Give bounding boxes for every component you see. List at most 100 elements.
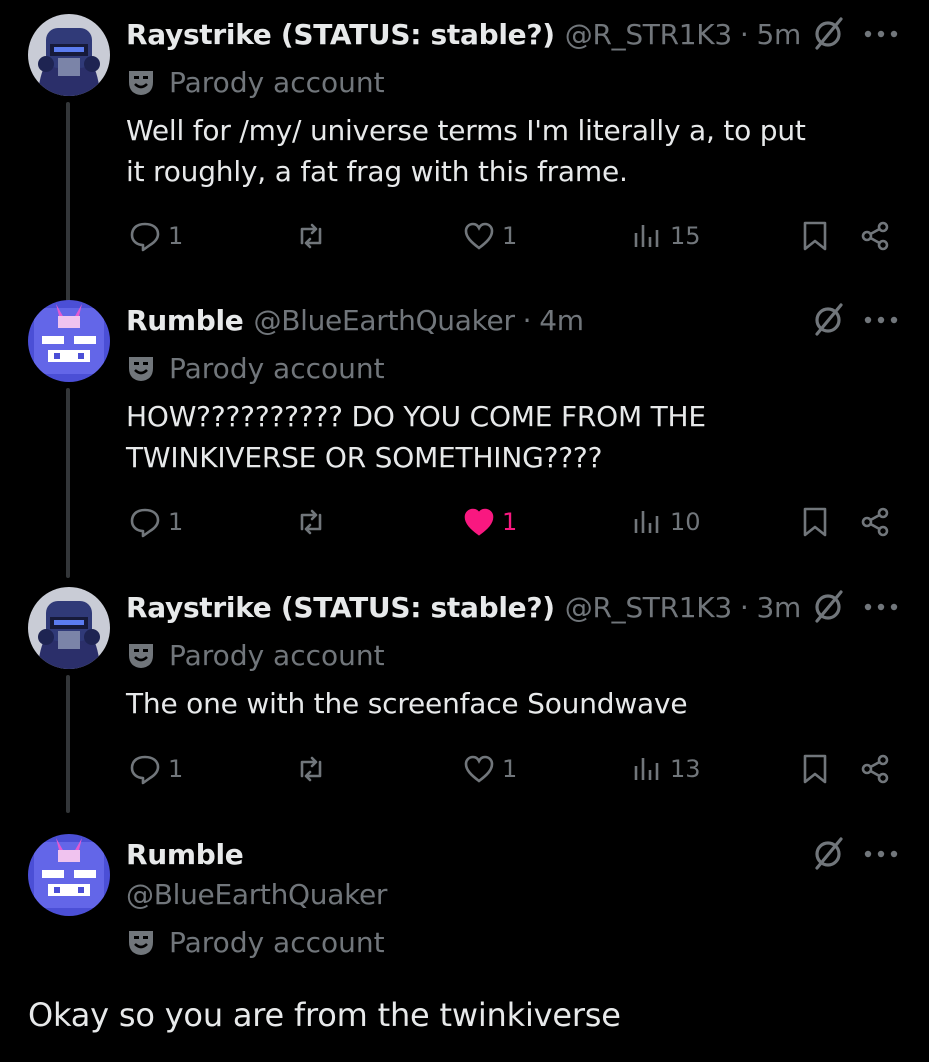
parody-label: Parody account [169,638,385,672]
parody-badge: Parody account [126,62,385,102]
display-name[interactable]: Rumble [126,838,244,871]
view-count: 15 [670,222,701,250]
parody-label: Parody account [169,65,385,99]
tweet-actions: 1 1 15 [126,216,896,256]
timestamp[interactable]: 4m [539,304,584,337]
share-icon [861,507,889,537]
reply-count: 1 [168,222,184,250]
reply-bubble-icon [130,755,160,785]
tweet-top-actions [809,587,899,627]
bookmark-button[interactable] [798,216,832,256]
user-handle[interactable]: @R_STR1K3 [565,591,732,624]
like-button[interactable]: 1 [462,216,517,256]
repost-icon [300,756,322,782]
avatar-rumble[interactable] [28,834,110,916]
tweet-text: Well for /my/ universe terms I'm literal… [126,114,806,188]
share-icon [861,754,889,784]
drama-mask-icon [129,357,153,381]
parody-badge: Parody account [126,348,385,388]
user-handle[interactable]: @R_STR1K3 [565,18,732,51]
tweet-header: Rumble @BlueEarthQuaker · 4m [126,300,584,340]
slashed-circle-icon[interactable] [809,588,847,626]
separator-dot: · [522,303,532,337]
reply-button[interactable]: 1 [128,502,183,542]
repost-button[interactable] [294,749,334,789]
reply-button[interactable]: 1 [128,749,183,789]
repost-icon [300,509,322,535]
parody-label: Parody account [169,351,385,385]
display-name[interactable]: Rumble [126,304,244,337]
like-button[interactable]: 1 [462,749,517,789]
reply-bubble-icon [130,508,160,538]
avatar-raystrike[interactable] [28,14,110,96]
thread-connector [66,675,70,813]
like-count: 1 [502,222,518,250]
user-handle[interactable]: @BlueEarthQuaker [126,878,387,911]
user-handle[interactable]: @BlueEarthQuaker [254,304,515,337]
timestamp[interactable]: 3m [756,591,801,624]
bookmark-icon [803,507,827,537]
slashed-circle-icon[interactable] [809,301,847,339]
tweet-text: The one with the screenface Soundwave [126,687,688,720]
slashed-circle-icon[interactable] [809,15,847,53]
more-dots-icon[interactable] [863,315,899,325]
separator-dot: · [739,17,749,51]
share-icon [861,221,889,251]
thread-connector [66,102,70,302]
parody-badge: Parody account [126,635,385,675]
view-count: 10 [670,508,701,536]
bookmark-button[interactable] [798,749,832,789]
share-button[interactable] [858,502,892,542]
views-button[interactable]: 13 [630,749,701,789]
display-name[interactable]: Raystrike (STATUS: stable?) [126,591,555,624]
views-button[interactable]: 10 [630,502,701,542]
bar-chart-icon [634,511,659,533]
conversation-thread: Raystrike (STATUS: stable?) @R_STR1K3 · … [0,0,929,1062]
more-dots-icon[interactable] [863,849,899,859]
display-name[interactable]: Raystrike (STATUS: stable?) [126,18,555,51]
tweet-top-actions [809,300,899,340]
avatar-raystrike[interactable] [28,587,110,669]
like-button[interactable]: 1 [462,502,517,542]
reply-button[interactable]: 1 [128,216,183,256]
like-count: 1 [502,508,518,536]
main-tweet-text: Okay so you are from the twinkiverse [28,996,621,1034]
repost-button[interactable] [294,216,334,256]
repost-button[interactable] [294,502,334,542]
more-dots-icon[interactable] [863,29,899,39]
timestamp[interactable]: 5m [756,18,801,51]
tweet-top-actions [809,14,899,54]
bookmark-button[interactable] [798,502,832,542]
reply-bubble-icon [130,222,160,252]
bar-chart-icon [634,225,659,247]
more-dots-icon[interactable] [863,602,899,612]
tweet-handle-row: @BlueEarthQuaker [126,874,387,914]
view-count: 13 [670,755,701,783]
share-button[interactable] [858,216,892,256]
heart-icon [464,755,494,783]
tweet-header: Raystrike (STATUS: stable?) @R_STR1K3 · … [126,14,801,54]
views-button[interactable]: 15 [630,216,701,256]
drama-mask-icon [129,644,153,668]
tweet-text: HOW?????????? DO YOU COME FROM THE TWINK… [126,400,706,474]
tweet-actions: 1 1 10 [126,502,896,542]
share-button[interactable] [858,749,892,789]
heart-icon [464,508,494,536]
bookmark-icon [803,221,827,251]
reply-count: 1 [168,755,184,783]
like-count: 1 [502,755,518,783]
thread-connector [66,388,70,578]
repost-icon [300,223,322,249]
separator-dot: · [739,590,749,624]
drama-mask-icon [129,71,153,95]
bookmark-icon [803,754,827,784]
tweet-actions: 1 1 13 [126,749,896,789]
slashed-circle-icon[interactable] [809,835,847,873]
parody-badge: Parody account [126,922,385,962]
tweet-header: Raystrike (STATUS: stable?) @R_STR1K3 · … [126,587,801,627]
drama-mask-icon [129,931,153,955]
tweet-top-actions [809,834,899,874]
tweet-header: Rumble [126,834,244,874]
avatar-rumble[interactable] [28,300,110,382]
parody-label: Parody account [169,925,385,959]
